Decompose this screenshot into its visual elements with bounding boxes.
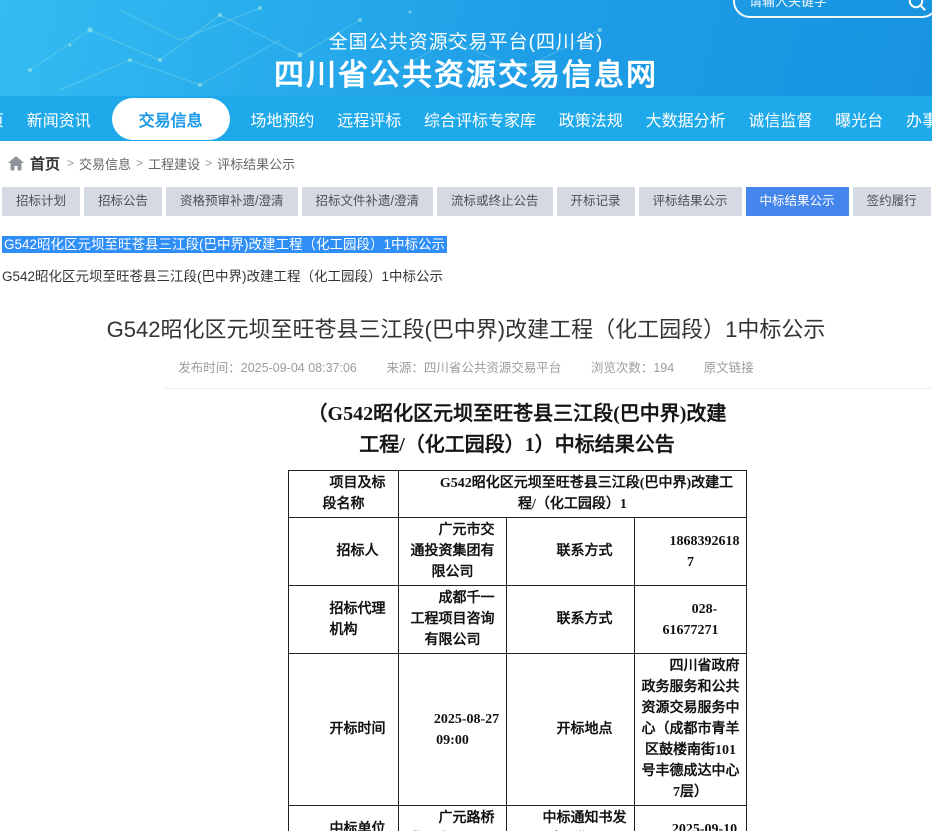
tab-evaluation-results[interactable]: 评标结果公示	[639, 187, 742, 216]
original-link[interactable]: 原文链接	[704, 361, 754, 375]
breadcrumb-separator: >	[205, 156, 212, 170]
breadcrumb: 首页 > 交易信息 > 工程建设 > 评标结果公示	[0, 141, 932, 185]
cell-opening-time-value: 2025-08-27 09:00	[399, 654, 507, 806]
breadcrumb-engineering[interactable]: 工程建设	[148, 154, 200, 173]
nav-item-venue-booking[interactable]: 场地预约	[248, 103, 316, 135]
nav-item-remote-evaluation[interactable]: 远程评标	[335, 103, 403, 135]
cell-opening-place-label: 开标地点	[507, 654, 635, 806]
list-item[interactable]: G542昭化区元坝至旺苍县三江段(巴中界)改建工程（化工园段）1中标公示	[2, 265, 443, 285]
nav-item-home[interactable]: 首页	[0, 103, 6, 135]
table-row: 开标时间 2025-08-27 09:00 开标地点 四川省政府政务服务和公共资…	[289, 654, 747, 806]
cell-winner-value: 广元路桥集团有限公司	[399, 806, 507, 831]
cell-tenderer-label: 招标人	[289, 518, 399, 586]
cell-opening-time-label: 开标时间	[289, 654, 399, 806]
page: 全国公共资源交易平台(四川省) 四川省公共资源交易信息网 首页 新闻资讯 交易信…	[0, 0, 932, 831]
nav-item-expert-pool[interactable]: 综合评标专家库	[422, 103, 538, 135]
nav-item-big-data[interactable]: 大数据分析	[644, 103, 728, 135]
document-title: （G542昭化区元坝至旺苍县三江段(巴中界)改建工程/（化工园段）1）中标结果公…	[304, 399, 730, 461]
content-divider	[165, 388, 932, 389]
announcement-document: （G542昭化区元坝至旺苍县三江段(巴中界)改建工程/（化工园段）1）中标结果公…	[288, 399, 746, 831]
cell-notice-date-label: 中标通知书发出日期	[507, 806, 635, 831]
tab-prequalification-addendum[interactable]: 资格预审补遗/澄清	[166, 187, 297, 216]
source: 来源：四川省公共资源交易平台	[386, 361, 561, 375]
main-nav: 首页 新闻资讯 交易信息 场地预约 远程评标 综合评标专家库 政策法规 大数据分…	[0, 96, 932, 141]
cell-agency-contact-label: 联系方式	[507, 586, 635, 654]
breadcrumb-separator: >	[67, 156, 74, 170]
site-title: 四川省公共资源交易信息网	[0, 50, 932, 94]
search-box[interactable]	[733, 0, 932, 18]
cell-project-value: G542昭化区元坝至旺苍县三江段(巴中界)改建工程/（化工园段）1	[399, 471, 747, 518]
home-icon[interactable]	[8, 156, 24, 171]
breadcrumb-home[interactable]: 首页	[30, 153, 60, 174]
cell-tenderer-value: 广元市交通投资集团有限公司	[399, 518, 507, 586]
list-item-selected-text[interactable]: G542昭化区元坝至旺苍县三江段(巴中界)改建工程（化工园段）1中标公示	[2, 236, 447, 253]
article-meta: 发布时间：2025-09-04 08:37:06 来源：四川省公共资源交易平台 …	[0, 357, 932, 376]
tab-contract-performance[interactable]: 签约履行	[853, 187, 931, 216]
table-row: 中标单位 广元路桥集团有限公司 中标通知书发出日期 2025-09-10	[289, 806, 747, 831]
table-row: 招标代理机构 成都千一工程项目咨询有限公司 联系方式 028-61677271	[289, 586, 747, 654]
category-tabs: 招标计划 招标公告 资格预审补遗/澄清 招标文件补遗/澄清 流标或终止公告 开标…	[0, 187, 932, 216]
cell-project-label: 项目及标段名称	[289, 471, 399, 518]
cell-winner-label: 中标单位	[289, 806, 399, 831]
breadcrumb-eval-results[interactable]: 评标结果公示	[217, 154, 295, 173]
breadcrumb-separator: >	[136, 156, 143, 170]
list-item-selected[interactable]: G542昭化区元坝至旺苍县三江段(巴中界)改建工程（化工园段）1中标公示	[2, 233, 932, 254]
cell-contact-value: 18683926187	[635, 518, 747, 586]
publish-time: 发布时间：2025-09-04 08:37:06	[178, 361, 357, 375]
search-input[interactable]	[735, 0, 893, 9]
result-list: G542昭化区元坝至旺苍县三江段(巴中界)改建工程（化工园段）1中标公示 G54…	[0, 216, 932, 285]
site-header: 全国公共资源交易平台(四川省) 四川省公共资源交易信息网	[0, 0, 932, 96]
tab-award-results[interactable]: 中标结果公示	[746, 187, 849, 216]
tab-bid-plan[interactable]: 招标计划	[2, 187, 80, 216]
cell-contact-label: 联系方式	[507, 518, 635, 586]
table-row: 招标人 广元市交通投资集团有限公司 联系方式 18683926187	[289, 518, 747, 586]
breadcrumb-trade-info[interactable]: 交易信息	[79, 154, 131, 173]
table-row: 项目及标段名称 G542昭化区元坝至旺苍县三江段(巴中界)改建工程/（化工园段）…	[289, 471, 747, 518]
nav-item-trade-info[interactable]: 交易信息	[112, 98, 230, 140]
search-icon[interactable]	[908, 0, 927, 17]
tab-bid-announcement[interactable]: 招标公告	[84, 187, 162, 216]
cell-agency-contact-value: 028-61677271	[635, 586, 747, 654]
nav-item-integrity[interactable]: 诚信监督	[746, 103, 814, 135]
award-result-table: 项目及标段名称 G542昭化区元坝至旺苍县三江段(巴中界)改建工程/（化工园段）…	[288, 470, 747, 831]
cell-notice-date-value: 2025-09-10	[635, 806, 747, 831]
cell-agency-value: 成都千一工程项目咨询有限公司	[399, 586, 507, 654]
nav-item-news[interactable]: 新闻资讯	[25, 103, 93, 135]
nav-item-policy[interactable]: 政策法规	[557, 103, 625, 135]
nav-item-exposure[interactable]: 曝光台	[833, 103, 885, 135]
page-title: G542昭化区元坝至旺苍县三江段(巴中界)改建工程（化工园段）1中标公示	[0, 312, 932, 344]
view-count: 浏览次数：194	[591, 361, 674, 375]
nav-item-services[interactable]: 办事服务	[904, 103, 932, 135]
tab-bid-doc-addendum[interactable]: 招标文件补遗/澄清	[302, 187, 433, 216]
tab-bid-opening-record[interactable]: 开标记录	[557, 187, 635, 216]
tab-failed-terminated[interactable]: 流标或终止公告	[437, 187, 553, 216]
cell-opening-place-value: 四川省政府政务服务和公共资源交易服务中心（成都市青羊区鼓楼南街101号丰德成达中…	[635, 654, 747, 806]
cell-agency-label: 招标代理机构	[289, 586, 399, 654]
